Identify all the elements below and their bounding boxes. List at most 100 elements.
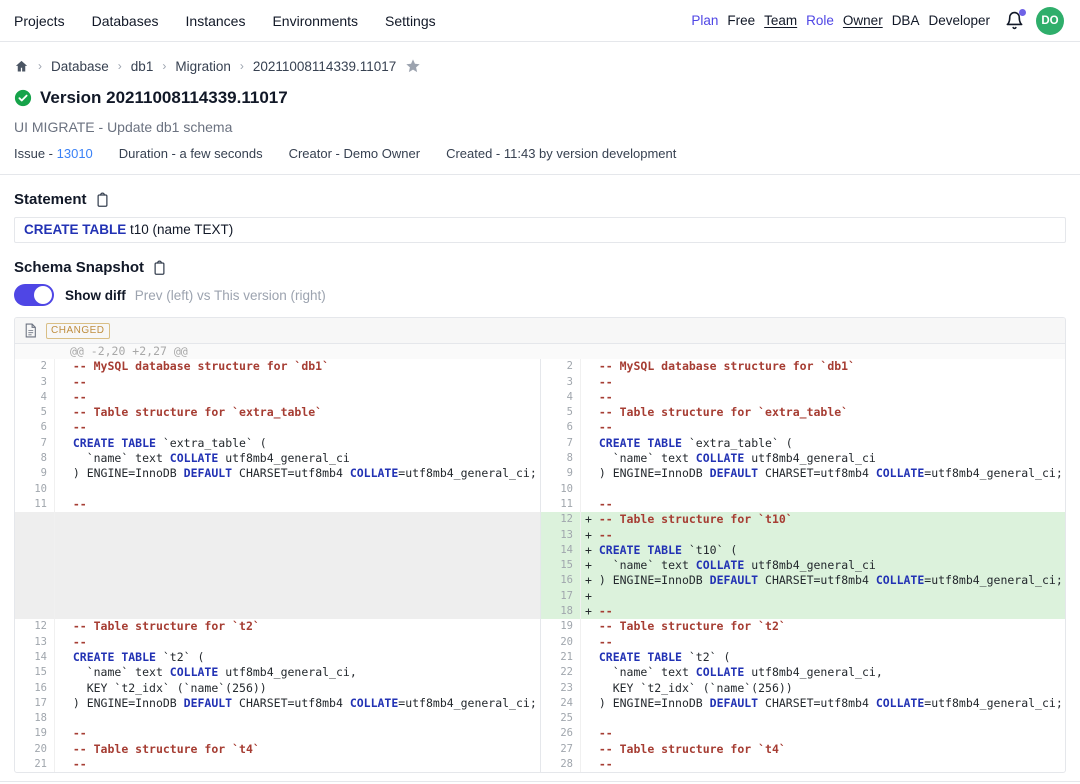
diff-line-code: --: [581, 726, 1065, 741]
diff-line-number: [15, 604, 55, 619]
diff-line-code: + `name` text COLLATE utf8mb4_general_ci: [581, 558, 1065, 573]
diff-line-number: 20: [15, 742, 55, 757]
plan-option-team[interactable]: Team: [764, 13, 797, 28]
diff-line-number: 17: [15, 696, 55, 711]
home-link[interactable]: [14, 59, 29, 74]
role-option-owner[interactable]: Owner: [843, 13, 883, 28]
diff-right-column: 2 -- MySQL database structure for `db1`3…: [540, 359, 1065, 772]
meta-item-3: Creator - Demo Owner: [289, 146, 420, 161]
diff-line-number: 18: [15, 711, 55, 726]
diff-row: 17+: [541, 589, 1065, 604]
diff-row: 3 --: [15, 375, 540, 390]
issue-link[interactable]: 13010: [57, 146, 93, 161]
diff-line-number: 12: [15, 619, 55, 634]
success-check-icon: [14, 89, 32, 107]
diff-row: 27 -- Table structure for `t4`: [541, 742, 1065, 757]
favorite-star-button[interactable]: [405, 58, 421, 74]
diff-row: 9 ) ENGINE=InnoDB DEFAULT CHARSET=utf8mb…: [15, 466, 540, 481]
diff-line-number: 23: [541, 681, 581, 696]
diff-row: 8 `name` text COLLATE utf8mb4_general_ci: [15, 451, 540, 466]
diff-line-code: +: [581, 589, 1065, 604]
chevron-right-icon: ›: [38, 59, 42, 73]
diff-row: 28 --: [541, 757, 1065, 772]
diff-line-number: [15, 543, 55, 558]
diff-line-code: ) ENGINE=InnoDB DEFAULT CHARSET=utf8mb4 …: [581, 696, 1065, 711]
diff-hunk-header: @@ -2,20 +2,27 @@: [15, 344, 1065, 359]
diff-row: 14 CREATE TABLE `t2` (: [15, 650, 540, 665]
diff-line-code: [55, 528, 540, 543]
diff-row: 21 CREATE TABLE `t2` (: [541, 650, 1065, 665]
diff-row: 24 ) ENGINE=InnoDB DEFAULT CHARSET=utf8m…: [541, 696, 1065, 711]
diff-row: 22 `name` text COLLATE utf8mb4_general_c…: [541, 665, 1065, 680]
diff-line-number: 20: [541, 635, 581, 650]
diff-line-code: --: [55, 757, 540, 772]
diff-row: [15, 512, 540, 527]
plan-label: Plan: [691, 13, 718, 28]
main-content: ›Database›db1›Migration›20211008114339.1…: [0, 55, 1080, 782]
nav-item-environments[interactable]: Environments: [272, 13, 358, 29]
account-area: Plan FreeTeam Role OwnerDBADeveloper DO: [691, 7, 1064, 35]
diff-line-number: 5: [541, 405, 581, 420]
diff-line-number: 16: [15, 681, 55, 696]
diff-toggle-row: Show diff Prev (left) vs This version (r…: [14, 284, 1066, 306]
breadcrumb-item-1[interactable]: Database: [51, 59, 109, 74]
version-meta: Issue - 13010Duration - a few secondsCre…: [14, 146, 1066, 161]
diff-row: 26 --: [541, 726, 1065, 741]
diff-line-number: 2: [15, 359, 55, 374]
top-nav-items: Projects Databases Instances Environments Se…: [14, 13, 436, 29]
diff-line-code: CREATE TABLE `extra_table` (: [55, 436, 540, 451]
diff-line-code: -- MySQL database structure for `db1`: [581, 359, 1065, 374]
breadcrumb-item-3[interactable]: Migration: [175, 59, 231, 74]
role-option-dba[interactable]: DBA: [892, 13, 920, 28]
role-option-developer[interactable]: Developer: [928, 13, 990, 28]
diff-line-code: [581, 482, 1065, 497]
home-icon: [14, 59, 29, 74]
show-diff-toggle[interactable]: [14, 284, 54, 306]
diff-line-number: [15, 512, 55, 527]
nav-item-projects[interactable]: Projects: [14, 13, 65, 29]
clipboard-icon: [95, 192, 110, 208]
diff-line-number: 15: [15, 665, 55, 680]
nav-item-databases[interactable]: Databases: [92, 13, 159, 29]
page-bottom-divider: [0, 781, 1080, 782]
plan-option-free[interactable]: Free: [727, 13, 755, 28]
diff-line-number: 4: [541, 390, 581, 405]
notification-dot: [1019, 9, 1026, 16]
diff-line-code: -- Table structure for `t2`: [581, 619, 1065, 634]
nav-item-settings[interactable]: Settings: [385, 13, 436, 29]
diff-row: 16 KEY `t2_idx` (`name`(256)): [15, 681, 540, 696]
meta-item-4: Created - 11:43 by version development: [446, 146, 676, 161]
diff-row: 7 CREATE TABLE `extra_table` (: [15, 436, 540, 451]
toggle-knob: [34, 286, 52, 304]
diff-row: 18+ --: [541, 604, 1065, 619]
diff-line-code: [55, 604, 540, 619]
avatar[interactable]: DO: [1036, 7, 1064, 35]
breadcrumb-item-4[interactable]: 20211008114339.11017: [253, 59, 396, 74]
diff-line-code: --: [581, 375, 1065, 390]
notification-bell-button[interactable]: [1005, 11, 1024, 30]
diff-line-number: 4: [15, 390, 55, 405]
diff-row: 25: [541, 711, 1065, 726]
diff-line-number: 7: [541, 436, 581, 451]
diff-line-code: CREATE TABLE `t2` (: [581, 650, 1065, 665]
breadcrumb-item-2[interactable]: db1: [131, 59, 154, 74]
diff-line-code: CREATE TABLE `t2` (: [55, 650, 540, 665]
diff-row: [15, 604, 540, 619]
diff-line-number: 28: [541, 757, 581, 772]
diff-line-code: [55, 558, 540, 573]
diff-row: 10: [15, 482, 540, 497]
nav-item-instances[interactable]: Instances: [186, 13, 246, 29]
diff-line-number: 15: [541, 558, 581, 573]
diff-line-code: + CREATE TABLE `t10` (: [581, 543, 1065, 558]
diff-row: 21 --: [15, 757, 540, 772]
statement-heading-label: Statement: [14, 191, 87, 208]
diff-line-number: 11: [541, 497, 581, 512]
diff-row: 20 -- Table structure for `t4`: [15, 742, 540, 757]
star-icon: [405, 58, 421, 74]
diff-line-number: [15, 558, 55, 573]
copy-snapshot-button[interactable]: [152, 260, 167, 276]
diff-row: 14+ CREATE TABLE `t10` (: [541, 543, 1065, 558]
diff-line-code: `name` text COLLATE utf8mb4_general_ci: [55, 451, 540, 466]
diff-line-code: + --: [581, 604, 1065, 619]
copy-statement-button[interactable]: [95, 192, 110, 208]
